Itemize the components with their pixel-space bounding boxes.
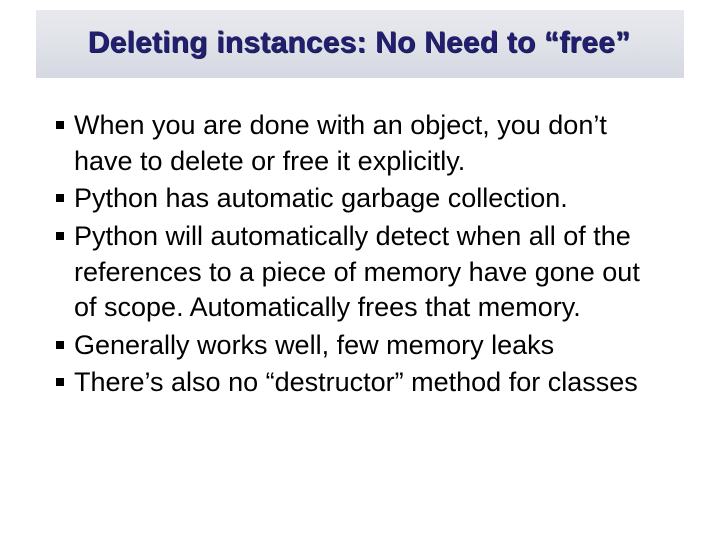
bullet-icon: [56, 341, 64, 349]
bullet-text: There’s also no “destructor” method for …: [74, 365, 648, 401]
bullet-icon: [56, 232, 64, 240]
bullet-text: Generally works well, few memory leaks: [74, 328, 648, 364]
bullet-text: Python will automatically detect when al…: [74, 219, 648, 326]
bullet-icon: [56, 194, 64, 202]
list-item: Generally works well, few memory leaks: [56, 328, 648, 364]
list-item: Python has automatic garbage collection.: [56, 181, 648, 217]
slide-body: When you are done with an object, you do…: [56, 108, 648, 403]
bullet-icon: [56, 121, 64, 129]
title-band: Deleting instances: No Need to “free”: [36, 10, 684, 78]
list-item: When you are done with an object, you do…: [56, 108, 648, 179]
bullet-text: When you are done with an object, you do…: [74, 108, 648, 179]
list-item: Python will automatically detect when al…: [56, 219, 648, 326]
bullet-icon: [56, 378, 64, 386]
bullet-text: Python has automatic garbage collection.: [74, 181, 648, 217]
slide-title: Deleting instances: No Need to “free”: [89, 27, 632, 61]
slide: Deleting instances: No Need to “free” Wh…: [0, 0, 720, 540]
list-item: There’s also no “destructor” method for …: [56, 365, 648, 401]
